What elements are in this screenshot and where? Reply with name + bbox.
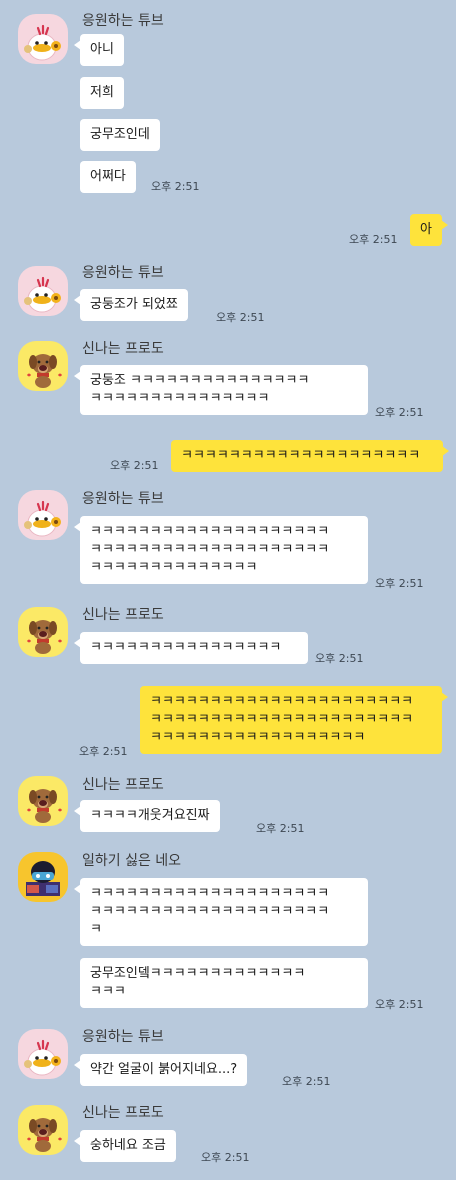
message-time: 오후 2:51: [79, 745, 128, 758]
message-line: ㅋㅋㅋㅋㅋㅋㅋㅋㅋㅋㅋㅋㅋㅋㅋ: [90, 391, 270, 406]
my-message-bubble[interactable]: ㅋㅋㅋㅋㅋㅋㅋㅋㅋㅋㅋㅋㅋㅋㅋㅋㅋㅋㅋㅋㅋㅋ ㅋㅋㅋㅋㅋㅋㅋㅋㅋㅋㅋㅋㅋㅋㅋㅋㅋ…: [140, 686, 448, 754]
message-bubble[interactable]: 어쩌다: [80, 161, 136, 193]
message-time: 오후 2:51: [315, 652, 364, 665]
tube-character-icon: [18, 490, 68, 540]
message-bubble[interactable]: ㅋㅋㅋㅋㅋㅋㅋㅋㅋㅋㅋㅋㅋㅋㅋㅋ: [74, 632, 308, 664]
frodo-dog-character-icon: [18, 1105, 68, 1155]
frodo-dog-character-icon: [18, 607, 68, 657]
message-time: 오후 2:51: [110, 459, 159, 472]
message-bubble[interactable]: 궁무조인뎈ㅋㅋㅋㅋㅋㅋㅋㅋㅋㅋㅋㅋㅋ ㅋㅋㅋ: [80, 958, 368, 1008]
sender-name: 응원하는 튜브: [82, 13, 164, 29]
message-bubble[interactable]: ㅋㅋㅋㅋㅋㅋㅋㅋㅋㅋㅋㅋㅋㅋㅋㅋㅋㅋㅋㅋ ㅋㅋㅋㅋㅋㅋㅋㅋㅋㅋㅋㅋㅋㅋㅋㅋㅋㅋㅋ…: [74, 878, 368, 946]
tube-avatar[interactable]: [18, 490, 68, 540]
message-line: 궁무조인뎈ㅋㅋㅋㅋㅋㅋㅋㅋㅋㅋㅋㅋㅋ: [90, 966, 306, 981]
sender-name: 응원하는 튜브: [82, 1029, 164, 1045]
message-time: 오후 2:51: [375, 406, 424, 419]
sender-name: 신나는 프로도: [82, 1105, 164, 1121]
sender-name: 신나는 프로도: [82, 777, 164, 793]
message-line: ㅋㅋㅋㅋㅋㅋㅋㅋㅋㅋㅋㅋㅋㅋㅋㅋㅋㅋㅋㅋ: [90, 542, 330, 557]
message-bubble[interactable]: 궁둥조가 되었쬬: [74, 289, 188, 321]
message-bubble[interactable]: 궁무조인데: [80, 119, 160, 151]
message-time: 오후 2:51: [375, 577, 424, 590]
message-line: 궁둥조 ㅋㅋㅋㅋㅋㅋㅋㅋㅋㅋㅋㅋㅋㅋㅋ: [90, 373, 310, 388]
message-time: 오후 2:51: [216, 311, 265, 324]
message-time: 오후 2:51: [151, 180, 200, 193]
frodo-dog-character-icon: [18, 341, 68, 391]
message-line: ㅋㅋㅋㅋㅋㅋㅋㅋㅋㅋㅋㅋㅋㅋㅋㅋㅋㅋㅋㅋ: [90, 904, 330, 919]
frodo-dog-character-icon: [18, 776, 68, 826]
message-line: ㅋㅋㅋㅋㅋㅋㅋㅋㅋㅋㅋㅋㅋㅋㅋㅋㅋㅋ: [150, 730, 366, 745]
message-bubble[interactable]: 아니: [74, 34, 124, 66]
tube-avatar[interactable]: [18, 266, 68, 316]
frodo-avatar[interactable]: [18, 776, 68, 826]
sender-name: 신나는 프로도: [82, 341, 164, 357]
tube-avatar[interactable]: [18, 14, 68, 64]
message-bubble[interactable]: 약간 얼굴이 붉어지네요...?: [73, 1054, 248, 1086]
message-bubble[interactable]: 궁둥조 ㅋㅋㅋㅋㅋㅋㅋㅋㅋㅋㅋㅋㅋㅋㅋ ㅋㅋㅋㅋㅋㅋㅋㅋㅋㅋㅋㅋㅋㅋㅋ: [74, 365, 368, 415]
message-line: ㅋㅋㅋㅋㅋㅋㅋㅋㅋㅋㅋㅋㅋㅋ: [90, 560, 258, 575]
message-time: 오후 2:51: [375, 998, 424, 1011]
message-bubble[interactable]: ㅋㅋㅋㅋ개웃겨요진짜: [74, 800, 220, 832]
message-line: ㅋㅋㅋㅋㅋㅋㅋㅋㅋㅋㅋㅋㅋㅋㅋㅋㅋㅋㅋㅋ: [90, 524, 330, 539]
message-bubble[interactable]: 숭하네요 조금: [74, 1130, 176, 1162]
tube-character-icon: [18, 266, 68, 316]
message-bubble[interactable]: 저희: [80, 77, 124, 109]
message-line: ㅋㅋㅋㅋㅋㅋㅋㅋㅋㅋㅋㅋㅋㅋㅋㅋㅋㅋㅋㅋ: [90, 886, 330, 901]
my-message-bubble[interactable]: ㅋㅋㅋㅋㅋㅋㅋㅋㅋㅋㅋㅋㅋㅋㅋㅋㅋㅋㅋㅋ: [171, 440, 449, 472]
tube-avatar[interactable]: [18, 1029, 68, 1079]
message-time: 오후 2:51: [256, 822, 305, 835]
message-time: 오후 2:51: [349, 233, 398, 246]
message-time: 오후 2:51: [201, 1151, 250, 1164]
sender-name: 일하기 싫은 네오: [82, 853, 182, 869]
frodo-avatar[interactable]: [18, 341, 68, 391]
sender-name: 신나는 프로도: [82, 607, 164, 623]
tube-character-icon: [18, 14, 68, 64]
message-line: ㅋㅋㅋㅋㅋㅋㅋㅋㅋㅋㅋㅋㅋㅋㅋㅋㅋㅋㅋㅋㅋㅋ: [150, 712, 414, 727]
message-time: 오후 2:51: [282, 1075, 331, 1088]
my-message-bubble[interactable]: 아: [410, 214, 448, 246]
message-line: ㅋ: [90, 922, 102, 937]
neo-character-icon: [18, 852, 68, 902]
tube-character-icon: [18, 1029, 68, 1079]
sender-name: 응원하는 튜브: [82, 491, 164, 507]
frodo-avatar[interactable]: [18, 607, 68, 657]
message-bubble[interactable]: ㅋㅋㅋㅋㅋㅋㅋㅋㅋㅋㅋㅋㅋㅋㅋㅋㅋㅋㅋㅋ ㅋㅋㅋㅋㅋㅋㅋㅋㅋㅋㅋㅋㅋㅋㅋㅋㅋㅋㅋ…: [74, 516, 368, 584]
neo-avatar[interactable]: [18, 852, 68, 902]
sender-name: 응원하는 튜브: [82, 265, 164, 281]
message-line: ㅋㅋㅋ: [90, 984, 126, 999]
frodo-avatar[interactable]: [18, 1105, 68, 1155]
message-line: ㅋㅋㅋㅋㅋㅋㅋㅋㅋㅋㅋㅋㅋㅋㅋㅋㅋㅋㅋㅋㅋㅋ: [150, 694, 414, 709]
